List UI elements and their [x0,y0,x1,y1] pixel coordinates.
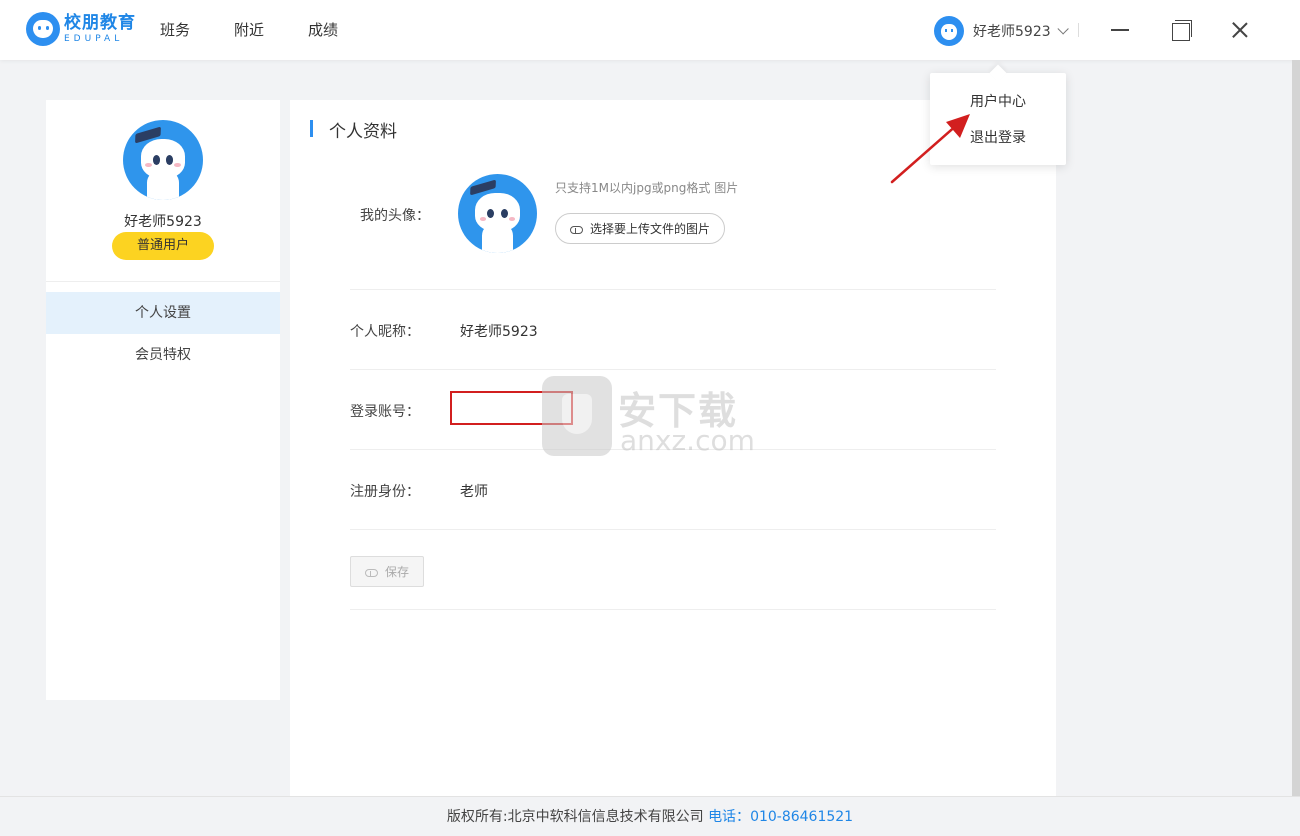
arrow-annotation [890,114,970,184]
user-avatar-icon [934,16,964,46]
sidebar-item-member-privileges[interactable]: 会员特权 [46,334,280,376]
avatar-label: 我的头像： [360,208,430,224]
maximize-icon[interactable] [1165,15,1195,45]
upload-avatar-button[interactable]: 选择要上传文件的图片 [555,213,725,244]
edupal-logo-icon [26,12,60,46]
footer: 版权所有:北京中软科信信息技术有限公司 电话：010-86461521 [0,796,1300,836]
cloud-upload-icon [569,224,583,234]
row-divider [350,369,996,370]
sidebar-user-name: 好老师5923 [124,214,202,230]
nickname-label: 个人昵称： [350,324,420,340]
cloud-upload-icon [364,567,378,577]
role-label: 注册身份： [350,484,420,500]
top-bar: 校朋教育 EDUPAL 班务 附近 成绩 好老师5923 [0,0,1300,60]
nav-item-class-affairs[interactable]: 班务 [160,20,190,40]
page-title: 个人资料 [329,122,397,142]
footer-phone-label: 电话： [708,809,751,825]
anxz-shield-icon [542,376,612,456]
row-divider [350,609,996,610]
save-button-label: 保存 [384,565,409,579]
sidebar-divider [46,281,280,282]
title-accent [310,120,313,137]
app-logo[interactable]: 校朋教育 EDUPAL [26,12,136,46]
membership-badge: 普通用户 [112,232,214,260]
save-button[interactable]: 保存 [350,556,424,587]
row-divider [350,529,996,530]
upload-button-label: 选择要上传文件的图片 [589,222,710,236]
watermark: 安下载 anxz.com [542,376,762,458]
footer-copyright: 版权所有:北京中软科信信息技术有限公司 [446,809,704,825]
close-icon[interactable] [1225,15,1255,45]
account-label: 登录账号： [350,404,420,420]
nav-item-nearby[interactable]: 附近 [234,20,264,40]
role-value: 老师 [460,484,488,500]
user-menu-trigger[interactable]: 好老师5923 [934,16,1069,46]
sidebar-item-personal-settings[interactable]: 个人设置 [46,292,280,334]
avatar-hint: 只支持1M以内jpg或png格式 图片 [555,181,739,195]
watermark-domain: anxz.com [620,424,755,457]
profile-avatar [458,174,537,253]
nickname-value: 好老师5923 [460,324,538,340]
sidebar-avatar [123,120,203,200]
scrollbar-thumb[interactable] [1292,60,1300,796]
divider [1078,23,1079,37]
chevron-down-icon [1057,23,1069,35]
main-nav: 班务 附近 成绩 [160,20,382,40]
profile-sidebar: 好老师5923 普通用户 个人设置 会员特权 [46,100,280,700]
nav-item-grades[interactable]: 成绩 [308,20,338,40]
footer-phone: 010-86461521 [750,809,854,825]
logo-subtitle: EDUPAL [64,33,124,44]
logo-title: 校朋教育 [64,12,136,33]
header-user-name: 好老师5923 [973,24,1051,40]
minimize-icon[interactable] [1105,15,1135,45]
row-divider [350,289,996,290]
